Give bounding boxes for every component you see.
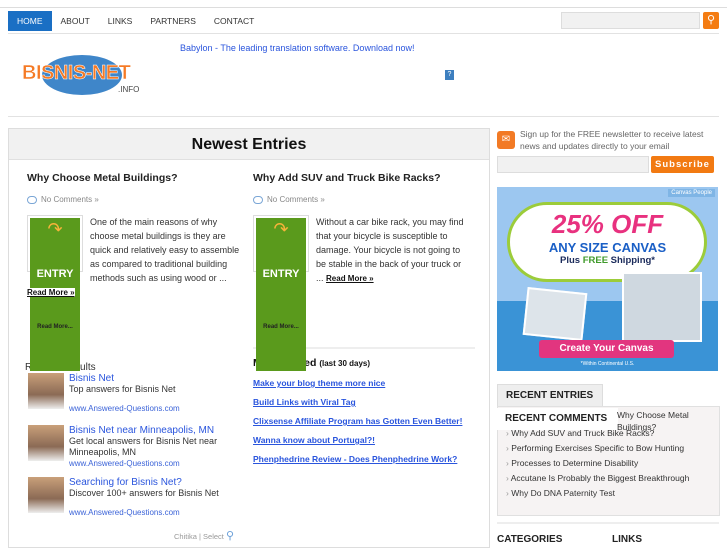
tab-recent-entries[interactable]: RECENT ENTRIES bbox=[497, 384, 603, 406]
chitika-footer[interactable]: Chitika | Select ⚲ bbox=[174, 529, 234, 542]
thumb-sub: Read More... bbox=[256, 320, 306, 371]
mail-icon: ✉ bbox=[497, 131, 515, 149]
comments-icon bbox=[253, 195, 263, 204]
post-title[interactable]: Why Choose Metal Buildings? bbox=[27, 172, 245, 184]
related-item[interactable]: Searching for Bisnis Net? Discover 100+ a… bbox=[25, 477, 245, 529]
nav-links[interactable]: LINKS bbox=[99, 11, 142, 31]
newsletter: ✉ Sign up for the FREE newsletter to rece… bbox=[497, 128, 720, 152]
related-url[interactable]: www.Answered-Questions.com bbox=[69, 403, 245, 414]
search-icon: ⚲ bbox=[706, 14, 716, 26]
comments-link[interactable]: No Comments » bbox=[267, 195, 325, 204]
arrow-icon: ↷ bbox=[30, 218, 80, 269]
search-button[interactable]: ⚲ bbox=[703, 12, 719, 29]
related-title[interactable]: Bisnis Net bbox=[69, 373, 245, 384]
list-item[interactable]: Accutane Is Probably the Biggest Breakth… bbox=[506, 471, 690, 486]
site-logo[interactable]: BISNIS-NET .INFO bbox=[22, 52, 146, 98]
comments-link[interactable]: No Comments » bbox=[41, 195, 99, 204]
ad-line2: ANY SIZE CANVAS bbox=[548, 240, 667, 255]
post-excerpt: One of the main reasons of why choose me… bbox=[90, 217, 240, 283]
related-item[interactable]: Bisnis Net Top answers for Bisnis Net www.… bbox=[25, 373, 245, 425]
logo-text: BISNIS-NET bbox=[22, 62, 131, 85]
read-more-link[interactable]: Read More » bbox=[27, 288, 75, 297]
post-thumbnail[interactable]: ↷ ENTRY Read More... bbox=[27, 215, 83, 371]
comments-icon bbox=[27, 195, 37, 204]
ad-headline: 25% OFF bbox=[551, 209, 664, 239]
logo-suffix: .INFO bbox=[118, 85, 140, 94]
related-results: Related Results Bisnis NetTop answers fo… bbox=[25, 362, 245, 529]
avatar bbox=[28, 373, 64, 409]
most-viewed-link[interactable]: Build Links with Viral Tag bbox=[253, 397, 475, 407]
list-item[interactable]: Processes to Determine Disability bbox=[506, 456, 689, 471]
page-title: Newest Entries bbox=[9, 129, 489, 160]
related-desc: Top answers for Bisnis Net bbox=[69, 384, 176, 394]
related-title[interactable]: Bisnis Net near Minneapolis, MN bbox=[69, 425, 245, 436]
post-thumbnail[interactable]: ↷ ENTRY Read More... bbox=[253, 215, 309, 371]
avatar bbox=[28, 425, 64, 461]
divider bbox=[497, 522, 719, 524]
most-viewed-link[interactable]: Make your blog theme more nice bbox=[253, 378, 475, 388]
related-url[interactable]: www.Answered-Questions.com bbox=[69, 458, 245, 469]
canvas-ad-banner[interactable]: Canvas People 25% OFF ANY SIZE CANVAS Pl… bbox=[497, 187, 718, 371]
list-item[interactable]: Why Choose Metal Buildings? bbox=[617, 409, 717, 433]
main-content: Newest Entries Why Choose Metal Building… bbox=[8, 128, 490, 548]
arrow-icon: ↷ bbox=[256, 218, 306, 269]
thumb-label: ENTRY bbox=[256, 269, 306, 320]
header-ad-link[interactable]: Babylon - The leading translation softwa… bbox=[180, 43, 414, 53]
thumb-sub: Read More... bbox=[30, 320, 80, 371]
help-icon[interactable]: ? bbox=[445, 70, 454, 80]
sidebar-tabs: RECENT ENTRIES RECENT COMMENTS Why Choos… bbox=[497, 384, 720, 519]
ad-photo bbox=[622, 272, 702, 342]
categories-heading: CATEGORIES bbox=[497, 534, 563, 545]
nav-contact[interactable]: CONTACT bbox=[205, 11, 263, 31]
ad-line3: Plus FREE Shipping* bbox=[559, 255, 655, 266]
chitika-label[interactable]: Chitika | Select bbox=[174, 532, 224, 541]
divider bbox=[8, 33, 719, 34]
related-url[interactable]: www.Answered-Questions.com bbox=[69, 507, 245, 518]
most-viewed-link[interactable]: Clixsense Affiliate Program has Gotten E… bbox=[253, 416, 475, 426]
search-icon: ⚲ bbox=[225, 530, 235, 542]
related-desc: Get local answers for Bisnis Net near Mi… bbox=[69, 436, 218, 457]
post: Why Choose Metal Buildings? No Comments … bbox=[27, 172, 245, 371]
links-heading: LINKS bbox=[612, 534, 642, 545]
related-desc: Discover 100+ answers for Bisnis Net bbox=[69, 488, 219, 498]
most-viewed-link[interactable]: Wanna know about Portugal?! bbox=[253, 435, 475, 445]
nav-home[interactable]: HOME bbox=[8, 11, 52, 31]
main-nav: HOME ABOUT LINKS PARTNERS CONTACT bbox=[8, 11, 263, 31]
nav-about[interactable]: ABOUT bbox=[52, 11, 99, 31]
recent-list: Why Choose Metal Buildings? Why Add SUV … bbox=[506, 410, 690, 501]
avatar bbox=[28, 477, 64, 513]
sidebar: ✉ Sign up for the FREE newsletter to rece… bbox=[497, 128, 720, 545]
ad-photo bbox=[522, 286, 588, 342]
most-viewed-link[interactable]: Phenphedrine Review - Does Phenphedrine … bbox=[253, 454, 475, 464]
post-title[interactable]: Why Add SUV and Truck Bike Racks? bbox=[253, 172, 471, 184]
email-input[interactable] bbox=[497, 156, 649, 173]
related-title[interactable]: Searching for Bisnis Net? bbox=[69, 477, 245, 488]
related-item[interactable]: Bisnis Net near Minneapolis, MN Get local… bbox=[25, 425, 245, 477]
search-input[interactable] bbox=[561, 12, 700, 29]
ad-fine-print: *Within Continental U.S. bbox=[580, 361, 635, 367]
nav-partners[interactable]: PARTNERS bbox=[141, 11, 205, 31]
post: Why Add SUV and Truck Bike Racks? No Com… bbox=[253, 172, 471, 371]
list-item[interactable]: Performing Exercises Specific to Bow Hun… bbox=[506, 441, 689, 456]
subscribe-button[interactable]: Subscribe bbox=[651, 156, 714, 173]
divider bbox=[8, 116, 719, 117]
ad-cta-button[interactable]: Create Your Canvas bbox=[539, 340, 674, 358]
read-more-link[interactable]: Read More » bbox=[326, 274, 374, 283]
list-item[interactable]: Why Do DNA Paternity Test bbox=[506, 486, 689, 501]
newsletter-text: Sign up for the FREE newsletter to recei… bbox=[520, 129, 704, 151]
